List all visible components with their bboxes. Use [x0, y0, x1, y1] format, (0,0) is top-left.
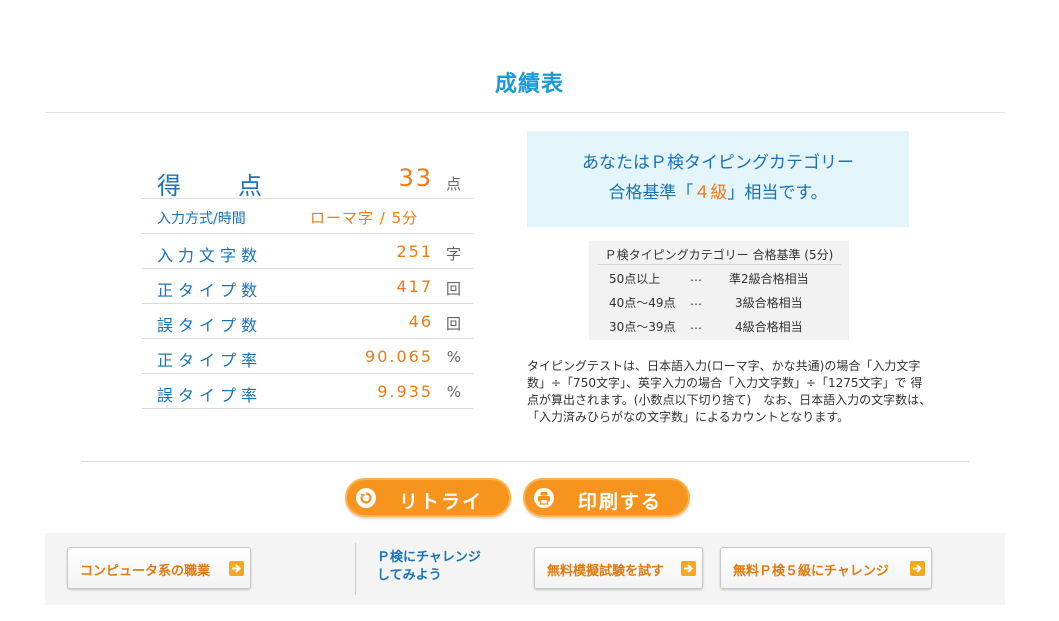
- error-types-unit: 回: [445, 315, 461, 333]
- print-label: 印刷する: [578, 491, 663, 513]
- table-row: 入力方式/時間 ローマ字 / 5分: [142, 199, 473, 234]
- score-label-char-2: 点: [238, 172, 262, 200]
- input-method-value: ローマ字 / 5分: [310, 209, 419, 227]
- criteria-dots: …: [690, 318, 703, 332]
- criteria-level: 3級合格相当: [735, 296, 803, 310]
- arrow-right-icon: [229, 561, 244, 576]
- score-unit: 点: [445, 175, 461, 193]
- table-row: 誤タイプ数 46 回: [142, 304, 473, 339]
- criteria-row: 50点以上 … 準2級合格相当: [589, 265, 849, 289]
- char-count-value: 251: [396, 242, 433, 261]
- char-count-label: 入力文字数: [157, 246, 263, 265]
- retry-icon: [356, 488, 376, 508]
- correct-rate-value: 90.065: [365, 347, 433, 366]
- challenge-line-1: Ｐ検にチャレンジ: [377, 550, 481, 565]
- input-method-label: 入力方式/時間: [157, 211, 246, 227]
- table-row: 正タイプ率 90.065 %: [142, 339, 473, 374]
- score-label-char-1: 得: [157, 172, 181, 200]
- mock-exam-label: 無料模擬試験を試す: [547, 564, 665, 579]
- print-button[interactable]: 印刷する: [523, 478, 690, 517]
- retry-label: リトライ: [399, 491, 484, 513]
- criteria-range: 30点～39点: [609, 320, 676, 334]
- result-grade: ４級: [693, 183, 728, 203]
- criteria-dots: …: [690, 294, 703, 308]
- result-prefix: 合格基準「: [608, 183, 694, 203]
- result-suffix: 」相当です。: [727, 183, 828, 203]
- correct-types-label: 正タイプ数: [157, 281, 263, 300]
- table-row: 入力文字数 251 字: [142, 234, 473, 269]
- error-rate-unit: %: [446, 383, 461, 401]
- title-divider: [45, 112, 1005, 113]
- challenge-text: Ｐ検にチャレンジ してみよう: [377, 549, 481, 585]
- error-rate-label: 誤タイプ率: [157, 386, 263, 405]
- criteria-range: 40点～49点: [609, 296, 676, 310]
- result-line-1: あなたはＰ検タイピングカテゴリー: [582, 153, 854, 173]
- criteria-row: 30点～39点 … 4級合格相当: [589, 313, 849, 337]
- char-count-unit: 字: [445, 245, 461, 263]
- table-row: 誤タイプ率 9.935 %: [142, 374, 473, 409]
- arrow-right-icon: [681, 561, 696, 576]
- correct-types-value: 417: [396, 277, 433, 296]
- criteria-row: 40点～49点 … 3級合格相当: [589, 289, 849, 313]
- grade5-challenge-button[interactable]: 無料Ｐ検５級にチャレンジ: [720, 547, 932, 589]
- vertical-divider: [355, 543, 356, 595]
- correct-rate-unit: %: [446, 348, 461, 366]
- result-box: あなたはＰ検タイピングカテゴリー 合格基準「４級」相当です。: [527, 131, 909, 227]
- criteria-table: Ｐ検タイピングカテゴリー 合格基準 (5分) 50点以上 … 準2級合格相当 4…: [589, 241, 849, 340]
- section-divider: [81, 461, 969, 462]
- criteria-level: 4級合格相当: [735, 320, 803, 334]
- criteria-level: 準2級合格相当: [729, 272, 809, 286]
- score-table: 得 点 33 点 入力方式/時間 ローマ字 / 5分 入力文字数 251 字 正…: [142, 160, 473, 409]
- criteria-header: Ｐ検タイピングカテゴリー 合格基準 (5分): [597, 241, 841, 265]
- grade5-challenge-label: 無料Ｐ検５級にチャレンジ: [733, 564, 889, 579]
- correct-rate-label: 正タイプ率: [157, 351, 263, 370]
- score-label: 得 点: [157, 166, 262, 201]
- criteria-range: 50点以上: [609, 272, 661, 286]
- error-types-value: 46: [408, 312, 433, 331]
- computer-jobs-label: コンピュータ系の職業: [80, 564, 211, 579]
- mock-exam-button[interactable]: 無料模擬試験を試す: [534, 547, 703, 589]
- table-row: 正タイプ数 417 回: [142, 269, 473, 304]
- score-value: 33: [398, 164, 433, 192]
- bottom-bar: コンピュータ系の職業 Ｐ検にチャレンジ してみよう 無料模擬試験を試す 無料Ｐ検…: [45, 533, 1005, 605]
- score-row: 得 点 33 点: [142, 160, 473, 201]
- printer-icon: [534, 488, 554, 508]
- arrow-right-icon: [910, 561, 925, 576]
- error-rate-value: 9.935: [377, 382, 433, 401]
- correct-types-unit: 回: [445, 280, 461, 298]
- criteria-dots: …: [690, 270, 703, 284]
- computer-jobs-button[interactable]: コンピュータ系の職業: [67, 547, 251, 589]
- explanation-note: タイピングテストは、日本語入力(ローマ字、かな共通)の場合「入力文字数」÷「75…: [527, 359, 932, 424]
- challenge-line-2: してみよう: [377, 568, 442, 583]
- result-line-2: 合格基準「４級」相当です。: [527, 178, 909, 208]
- retry-button[interactable]: リトライ: [345, 478, 511, 517]
- error-types-label: 誤タイプ数: [157, 316, 263, 335]
- page-title: 成績表: [494, 72, 564, 97]
